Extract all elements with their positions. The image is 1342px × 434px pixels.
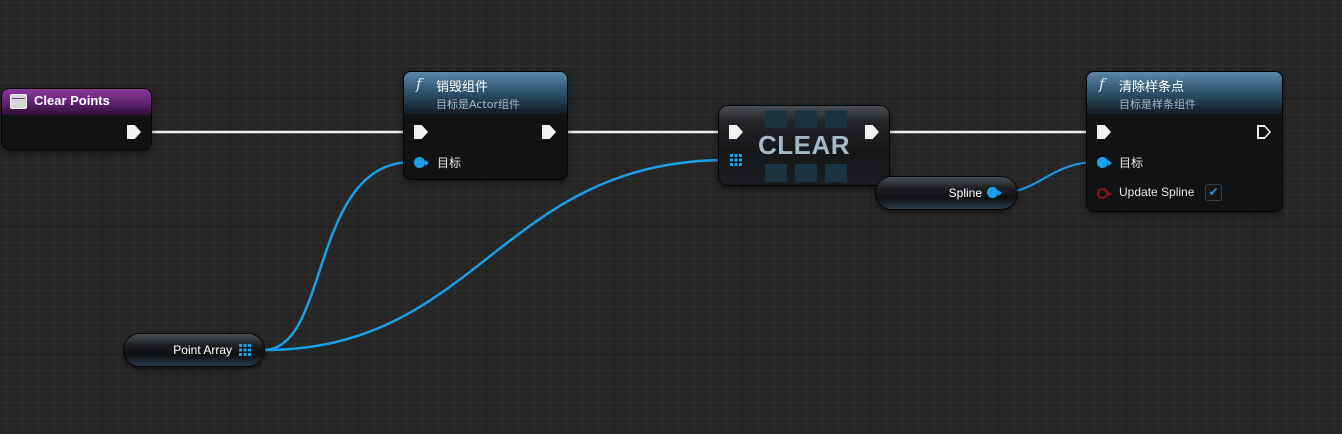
event-node-header: Clear Points	[2, 89, 151, 115]
event-icon	[10, 94, 27, 109]
function-node-title: 清除样条点	[1119, 80, 1185, 95]
function-node-header: f 清除样条点 目标是样条组件	[1087, 72, 1282, 114]
event-node-title: Clear Points	[34, 93, 110, 108]
blueprint-graph-canvas[interactable]: Clear Points f 销毁组件 目标是Actor组件 目标 CLEAR …	[0, 0, 1342, 434]
function-node-title: 销毁组件	[436, 80, 489, 95]
array-out-pin[interactable]	[239, 344, 251, 356]
event-node-clear-points[interactable]: Clear Points	[2, 89, 151, 149]
wires-layer	[140, 130, 1098, 352]
exec-out-pin-unconnected[interactable]	[1257, 125, 1271, 139]
update-spline-label: Update Spline	[1119, 185, 1195, 199]
macro-bg-block	[825, 164, 847, 182]
update-spline-pin[interactable]	[1097, 188, 1112, 199]
update-spline-checkbox[interactable]: ✔	[1205, 184, 1222, 201]
object-wire-pointarray-to-clear	[263, 158, 729, 352]
macro-bg-block	[765, 110, 787, 128]
function-node-header: f 销毁组件 目标是Actor组件	[404, 72, 567, 114]
function-node-destroy-component[interactable]: f 销毁组件 目标是Actor组件 目标	[404, 72, 567, 179]
function-node-subtitle: 目标是样条组件	[1119, 98, 1196, 111]
macro-bg-block	[795, 164, 817, 182]
variable-label: Point Array	[173, 343, 232, 357]
function-icon: f	[1099, 75, 1105, 93]
target-pin-label: 目标	[437, 156, 462, 170]
macro-node-title: CLEAR	[757, 130, 851, 160]
macro-node-clear[interactable]: CLEAR	[719, 106, 889, 185]
object-wire-pointarray-to-destroy	[263, 160, 413, 352]
target-pin-label: 目标	[1119, 156, 1144, 170]
function-icon: f	[416, 75, 422, 93]
function-node-clear-spline-points[interactable]: f 清除样条点 目标是样条组件 目标 Update Spline ✔	[1087, 72, 1282, 211]
variable-label: Spline	[948, 186, 982, 200]
exec-out-pin[interactable]	[542, 125, 556, 139]
macro-bg-block	[795, 110, 817, 128]
target-pin[interactable]	[414, 157, 429, 168]
variable-node-spline[interactable]: Spline	[876, 177, 1017, 209]
macro-bg-block	[765, 164, 787, 182]
macro-bg-block	[825, 110, 847, 128]
array-in-pin[interactable]	[730, 154, 742, 166]
exec-in-pin[interactable]	[414, 125, 428, 139]
function-node-subtitle: 目标是Actor组件	[436, 98, 520, 111]
variable-node-point-array[interactable]: Point Array	[124, 334, 264, 366]
exec-in-pin[interactable]	[1097, 125, 1111, 139]
target-pin[interactable]	[1097, 157, 1112, 168]
exec-out-pin[interactable]	[127, 125, 141, 139]
spline-out-pin[interactable]	[987, 187, 1002, 198]
